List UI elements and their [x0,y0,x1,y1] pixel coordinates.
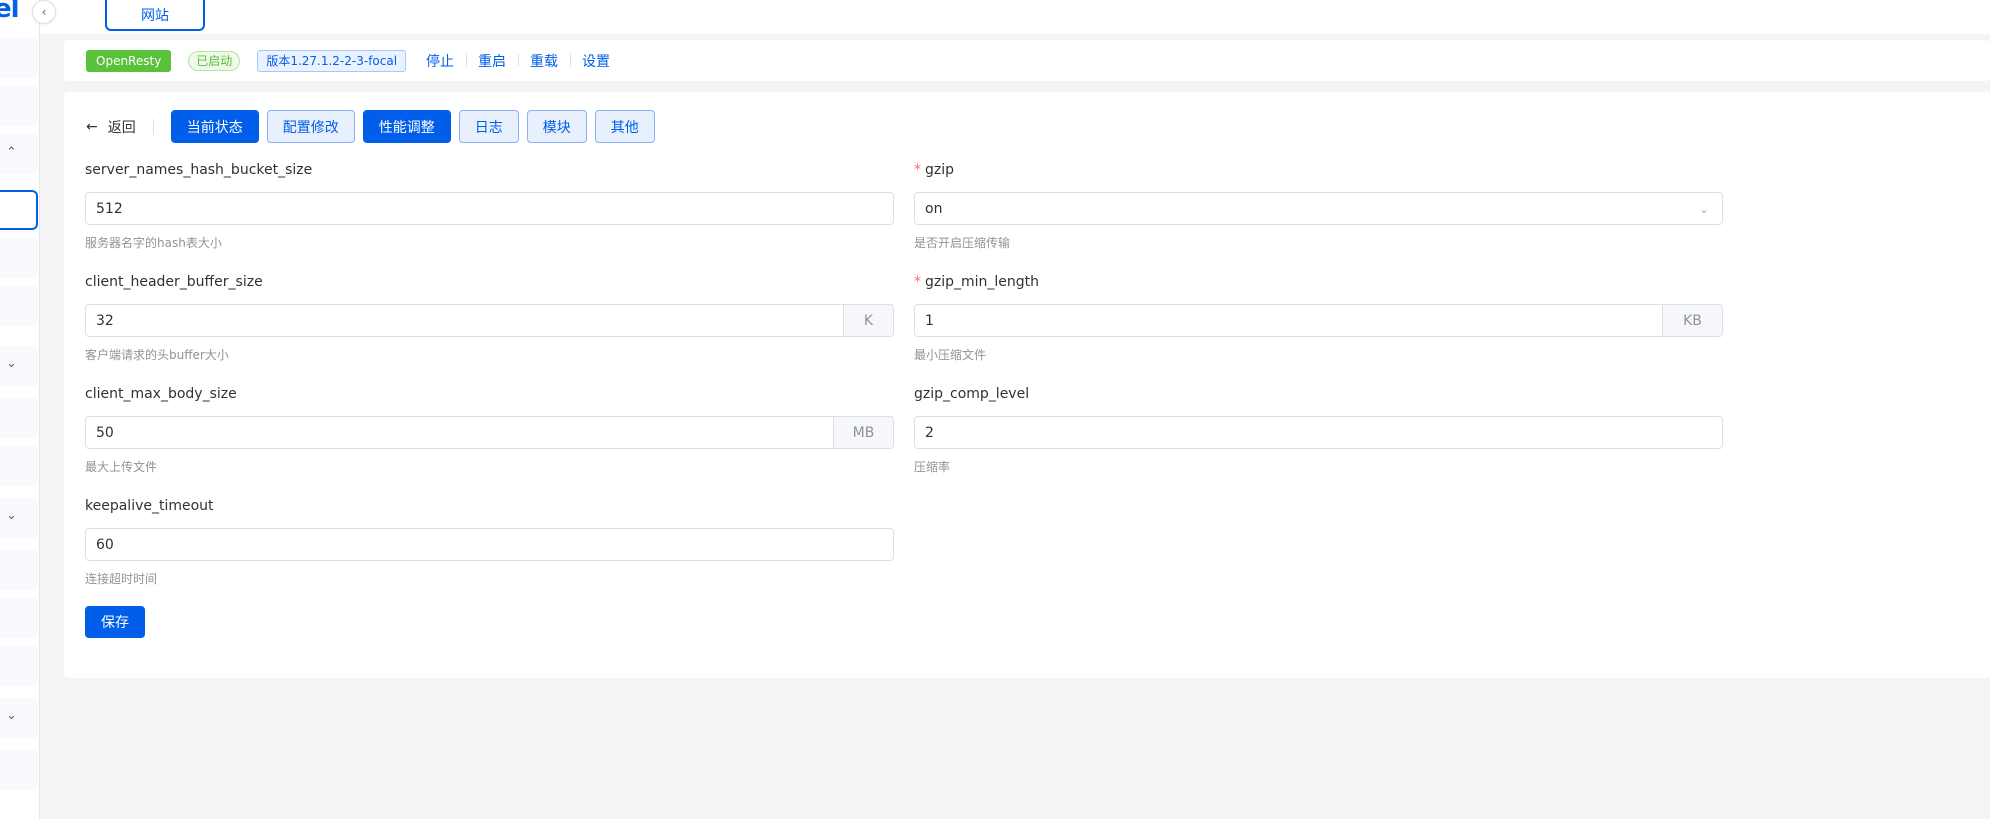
input-value: 512 [96,200,123,217]
field-label: server_names_hash_bucket_size [85,162,313,178]
field-label: client_max_body_size [85,386,237,402]
sidebar-item[interactable] [0,446,38,486]
sidebar-item[interactable] [0,86,38,126]
field-server-names-hash-bucket-size: server_names_hash_bucket_size 512 服务器名字的… [85,160,894,251]
input-value: 60 [96,536,114,553]
field-label: gzip_comp_level [914,386,1030,402]
chevron-down-icon: ⌄ [6,508,17,523]
sidebar-item[interactable] [0,398,38,438]
app-status-bar: OpenResty 已启动 版本1.27.1.2-2-3-focal 停止 重启… [64,40,1990,81]
input-value: 2 [925,424,934,441]
keepalive-timeout-input[interactable]: 60 [85,528,894,561]
field-help: 最小压缩文件 [914,348,987,362]
field-gzip-min-length: * gzip_min_length 1 KB 最小压缩文件 [914,272,1723,363]
sidebar-item[interactable] [0,38,38,78]
input-value: 50 [96,424,114,441]
back-button[interactable]: ← 返回 [86,117,136,137]
sidebar-item-active[interactable] [0,190,38,230]
sidebar-item[interactable] [0,238,38,278]
sidebar-group[interactable]: ⌄ [0,498,38,538]
divider [152,118,154,135]
status-badge: 已启动 [188,50,241,71]
required-mark: * [914,274,921,290]
field-label-text: gzip_min_length [925,274,1040,290]
stop-button[interactable]: 停止 [414,51,466,71]
input-value: 1 [925,312,934,329]
chevron-left-icon[interactable]: ‹ [32,0,56,24]
version-badge: 版本1.27.1.2-2-3-focal [257,49,407,72]
tab-performance-tuning[interactable]: 性能调整 [362,110,451,143]
tab-modules[interactable]: 模块 [526,110,587,143]
field-client-max-body-size: client_max_body_size 50 MB 最大上传文件 [85,384,894,475]
field-label: client_header_buffer_size [85,274,263,290]
field-label-text: gzip [925,162,955,178]
select-value: on [925,200,943,217]
chevron-up-icon: ⌃ [6,145,17,160]
restart-button[interactable]: 重启 [466,51,518,71]
input-value: 32 [96,312,114,329]
field-label: keepalive_timeout [85,498,214,514]
unit-suffix: K [843,305,893,336]
gzip-comp-level-input[interactable]: 2 [914,416,1723,449]
unit-suffix: MB [833,417,893,448]
sidebar-group[interactable]: ⌄ [0,346,38,386]
field-label: * gzip_min_length [914,272,1723,292]
field-gzip: * gzip on ⌄ 是否开启压缩传输 [914,160,1723,251]
field-gzip-comp-level: gzip_comp_level 2 压缩率 [914,384,1723,475]
sidebar: el ⌃ ⌄ ⌄ ⌄ [0,0,40,819]
chevron-down-icon: ⌄ [6,708,17,723]
sidebar-group-expanded[interactable]: ⌃ [0,134,38,174]
chevron-down-icon: ⌄ [1698,201,1710,216]
sidebar-item[interactable] [0,286,38,326]
field-help: 服务器名字的hash表大小 [85,236,222,250]
sub-nav: ← 返回 当前状态 配置修改 性能调整 日志 模块 其他 [86,110,663,143]
field-help: 最大上传文件 [85,460,158,474]
client-header-buffer-size-input[interactable]: 32 K [85,304,894,337]
server-names-hash-bucket-size-input[interactable]: 512 [85,192,894,225]
app-name-badge: OpenResty [86,49,172,72]
field-help: 客户端请求的头buffer大小 [85,348,229,362]
field-help: 是否开启压缩传输 [914,236,1011,250]
tab-website[interactable]: 网站 [105,0,205,31]
arrow-left-icon: ← [86,118,98,135]
field-label: * gzip [914,160,1723,180]
field-help: 连接超时时间 [85,572,158,586]
tab-logs[interactable]: 日志 [458,110,519,143]
field-help: 压缩率 [914,460,951,474]
gzip-min-length-input[interactable]: 1 KB [914,304,1723,337]
top-bar: 网站 [40,0,1990,34]
client-max-body-size-input[interactable]: 50 MB [85,416,894,449]
logo: el [0,0,20,24]
back-label: 返回 [107,119,136,136]
chevron-down-icon: ⌄ [6,356,17,371]
settings-button[interactable]: 设置 [570,51,622,71]
required-mark: * [914,162,921,178]
tab-current-status[interactable]: 当前状态 [170,110,259,143]
reload-button[interactable]: 重载 [518,51,570,71]
main-card: ← 返回 当前状态 配置修改 性能调整 日志 模块 其他 server_name… [64,92,1990,678]
sidebar-item[interactable] [0,646,38,686]
sidebar-item[interactable] [0,750,38,790]
unit-suffix: KB [1662,305,1722,336]
field-keepalive-timeout: keepalive_timeout 60 连接超时时间 [85,496,894,587]
tab-other[interactable]: 其他 [594,110,655,143]
sidebar-group[interactable]: ⌄ [0,698,38,738]
gzip-select[interactable]: on ⌄ [914,192,1723,225]
save-button[interactable]: 保存 [85,606,145,638]
tab-config-edit[interactable]: 配置修改 [266,110,355,143]
field-client-header-buffer-size: client_header_buffer_size 32 K 客户端请求的头bu… [85,272,894,363]
sidebar-item[interactable] [0,550,38,590]
sidebar-item[interactable] [0,598,38,638]
